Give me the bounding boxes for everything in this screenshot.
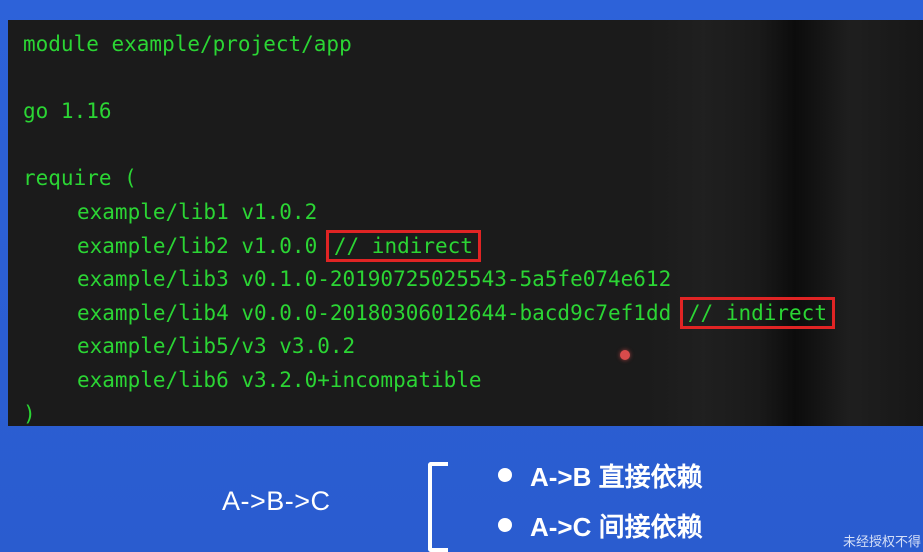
go-mod-code: module example/project/app go 1.16 require… [23,28,835,426]
dependency-legend: A->B->C A->B 直接依赖 A->C 间接依赖 未经授权不得 [0,426,923,552]
code-line-lib1: example/lib1 v1.0.2 [77,199,318,224]
indirect-dependency-label: A->C 间接依赖 [530,511,703,542]
pointer-dot [620,350,630,360]
code-line-require-open: require ( [23,166,137,191]
dependency-list: A->B 直接依赖 A->C 间接依赖 [498,450,703,550]
indirect-comment-highlight: // indirect [679,296,835,329]
list-item-indirect: A->C 间接依赖 [498,500,703,550]
slide: module example/project/app go 1.16 require… [0,0,923,552]
direct-dependency-label: A->B 直接依赖 [530,461,703,492]
code-line-go-version: go 1.16 [23,99,112,124]
bullet-icon [498,468,512,482]
code-line-module: module example/project/app [23,32,352,56]
lib4-require: example/lib4 v0.0.0-20180306012644-bacd9… [77,300,672,325]
code-line-require-close: ) [23,401,36,426]
indirect-comment-highlight: // indirect [325,229,481,262]
bracket-icon [428,462,448,552]
watermark: 未经授权不得 [842,534,921,549]
code-panel: module example/project/app go 1.16 require… [8,20,923,426]
list-item-direct: A->B 直接依赖 [498,450,703,500]
code-line-lib2: example/lib2 v1.0.0 // indirect [23,229,831,264]
code-line-lib5: example/lib5/v3 v3.0.2 [77,334,356,359]
dependency-chain: A->B->C [222,486,331,516]
code-line-lib4: example/lib4 v0.0.0-20180306012644-bacd9… [23,296,835,331]
bullet-icon [498,518,512,532]
lib2-require: example/lib2 v1.0.0 [77,233,318,258]
code-line-lib3: example/lib3 v0.1.0-20190725025543-5a5fe… [77,267,672,292]
code-line-lib6: example/lib6 v3.2.0+incompatible [77,367,482,392]
